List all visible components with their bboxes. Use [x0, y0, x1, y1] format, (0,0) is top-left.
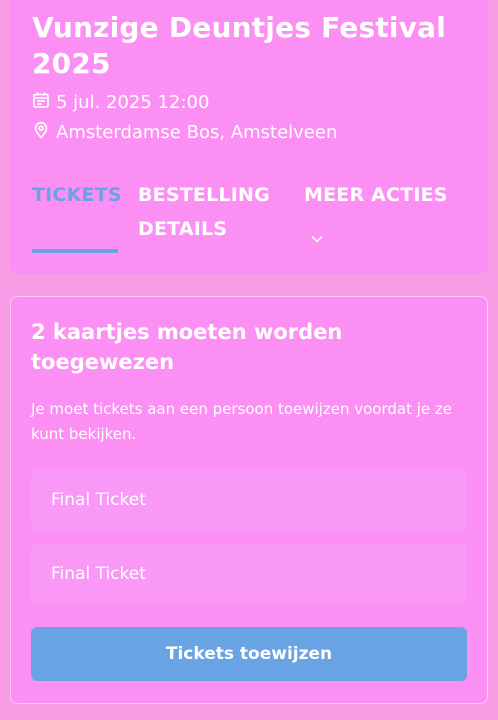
event-location-row: Amsterdamse Bos, Amstelveen [32, 120, 337, 144]
tab-bestelling-details[interactable]: BESTELLING DETAILS [138, 178, 278, 246]
ticket-item[interactable]: Final Ticket [31, 469, 467, 531]
event-title: Vunzige Deuntjes Festival 2025 [32, 11, 447, 80]
assign-description: Je moet tickets aan een persoon toewijze… [31, 400, 453, 443]
event-date-row: 5 jul. 2025 12:00 [32, 90, 209, 114]
calendar-icon [32, 91, 50, 114]
tab-tickets[interactable]: TICKETS [32, 178, 122, 212]
active-tab-indicator [32, 249, 118, 253]
tab-meer-acties-label: MEER ACTIES [304, 184, 448, 206]
tab-bar: TICKETS BESTELLING DETAILS MEER ACTIES [32, 178, 472, 256]
assign-tickets-card: 2 kaartjes moeten worden toegewezen Je m… [10, 296, 488, 704]
assign-heading: 2 kaartjes moeten worden toegewezen [31, 320, 343, 374]
tab-meer-acties[interactable]: MEER ACTIES [304, 178, 472, 246]
ticket-item[interactable]: Final Ticket [31, 543, 467, 605]
event-header-card: Vunzige Deuntjes Festival 2025 5 jul. 20… [10, 0, 488, 274]
event-date: 5 jul. 2025 12:00 [56, 91, 210, 113]
assign-tickets-button[interactable]: Tickets toewijzen [31, 627, 467, 681]
chevron-down-icon [310, 223, 324, 243]
event-location: Amsterdamse Bos, Amstelveen [56, 121, 338, 143]
map-pin-icon [32, 121, 50, 144]
